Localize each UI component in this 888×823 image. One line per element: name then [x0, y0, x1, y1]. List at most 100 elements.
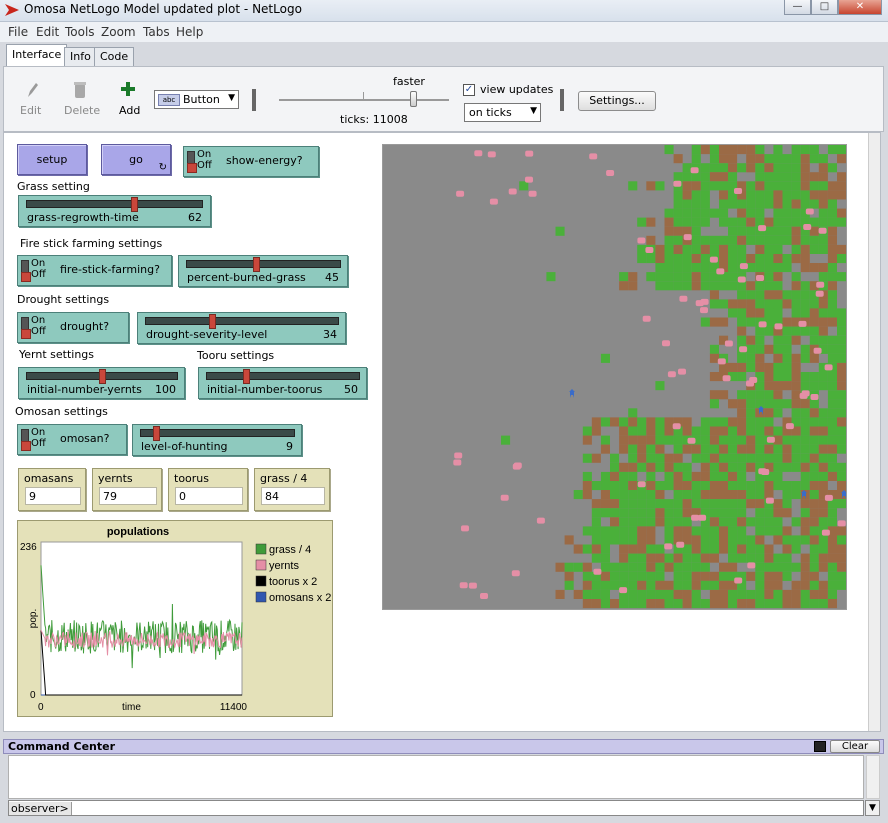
patch: [619, 462, 629, 472]
slider-thumb[interactable]: [208, 314, 216, 329]
patch: [818, 453, 828, 463]
clear-button[interactable]: Clear: [830, 740, 880, 753]
pencil-icon[interactable]: [26, 81, 38, 99]
settings-button[interactable]: Settings...: [578, 91, 656, 111]
slider-track: [145, 317, 339, 325]
patch: [837, 462, 847, 472]
patch: [827, 244, 837, 254]
slider-thumb[interactable]: [131, 197, 139, 212]
patch: [800, 435, 810, 445]
patch: [719, 453, 729, 463]
menu-edit[interactable]: Edit: [36, 25, 59, 39]
drought-switch[interactable]: On Off drought?: [17, 312, 129, 343]
patch: [737, 390, 747, 400]
world-view[interactable]: [382, 144, 847, 610]
observer-command-input[interactable]: observer>: [8, 800, 864, 816]
level-of-hunting-slider[interactable]: level-of-hunting 9: [132, 424, 302, 456]
tab-code[interactable]: Code: [94, 47, 135, 66]
close-button[interactable]: ✕: [838, 0, 882, 15]
patch: [782, 344, 792, 354]
patch: [737, 399, 747, 409]
go-button[interactable]: go ↻: [101, 144, 171, 175]
history-dropdown[interactable]: ▼: [865, 800, 880, 816]
percent-burned-grass-slider[interactable]: percent-burned-grass 45: [178, 255, 348, 287]
initial-yernts-slider[interactable]: initial-number-yernts 100: [18, 367, 185, 399]
patch: [837, 426, 847, 436]
view-updates-checkbox[interactable]: ✓: [463, 84, 475, 96]
fire-stick-farming-switch[interactable]: On Off fire-stick-farming?: [17, 255, 172, 286]
slider-thumb[interactable]: [252, 257, 260, 272]
menu-tools[interactable]: Tools: [65, 25, 95, 39]
patch: [700, 471, 710, 481]
menu-zoom[interactable]: Zoom: [101, 25, 136, 39]
patch: [737, 199, 747, 209]
section-label-drought: Drought settings: [17, 293, 110, 306]
interface-scrollbar[interactable]: [868, 133, 880, 731]
patch: [664, 453, 674, 463]
patch: [764, 589, 774, 599]
patch: [728, 426, 738, 436]
patch: [700, 580, 710, 590]
speed-slider-track[interactable]: [279, 99, 449, 101]
drought-severity-slider[interactable]: drought-severity-level 34: [137, 312, 346, 344]
maximize-button[interactable]: □: [811, 0, 838, 15]
plus-icon[interactable]: [121, 82, 135, 96]
patch: [637, 562, 647, 572]
menu-file[interactable]: File: [8, 25, 28, 39]
trash-icon[interactable]: [74, 81, 86, 99]
patch: [728, 299, 738, 309]
initial-toorus-slider[interactable]: initial-number-toorus 50: [198, 367, 367, 399]
add-button[interactable]: Add: [119, 104, 140, 117]
patch: [782, 235, 792, 245]
command-output[interactable]: [8, 755, 864, 799]
patch: [809, 526, 819, 536]
expand-icon[interactable]: [814, 741, 826, 752]
patch: [782, 562, 792, 572]
patch: [673, 471, 683, 481]
world-view-svg[interactable]: [383, 145, 847, 609]
patch: [655, 453, 665, 463]
slider-thumb[interactable]: [153, 426, 161, 441]
slider-thumb[interactable]: [242, 369, 250, 384]
menu-tabs[interactable]: Tabs: [143, 25, 170, 39]
patch: [764, 417, 774, 427]
x-tick-label: 0: [38, 702, 44, 713]
patch: [600, 508, 610, 518]
tab-info[interactable]: Info: [64, 47, 97, 66]
yernt-agent: [637, 481, 646, 488]
patch: [673, 190, 683, 200]
patch: [764, 272, 774, 282]
widget-type-select[interactable]: abc Button ▼: [154, 90, 239, 109]
setup-button[interactable]: setup: [17, 144, 87, 175]
patch: [827, 444, 837, 454]
edit-button[interactable]: Edit: [20, 104, 41, 117]
patch: [782, 217, 792, 227]
patch: [728, 599, 738, 609]
menu-help[interactable]: Help: [176, 25, 203, 39]
minimize-button[interactable]: —: [784, 0, 811, 15]
patch: [582, 471, 592, 481]
patch: [800, 235, 810, 245]
yernt-agent: [785, 423, 794, 430]
patch: [610, 453, 620, 463]
patch: [682, 481, 692, 491]
omosan-switch[interactable]: On Off omosan?: [17, 424, 127, 455]
grass-regrowth-slider[interactable]: grass-regrowth-time 62: [18, 195, 211, 227]
update-mode-select[interactable]: on ticks ▼: [464, 103, 541, 122]
speed-slider-thumb[interactable]: [410, 91, 417, 107]
slider-thumb[interactable]: [98, 369, 106, 384]
patch: [582, 453, 592, 463]
patch: [619, 499, 629, 509]
patch: [728, 235, 738, 245]
command-output-scrollbar[interactable]: [866, 755, 880, 799]
patch: [610, 580, 620, 590]
yernt-agent: [513, 462, 522, 469]
patch: [818, 208, 828, 218]
show-energy-switch[interactable]: On Off show-energy?: [183, 146, 319, 177]
delete-button[interactable]: Delete: [64, 104, 100, 117]
tab-interface[interactable]: Interface: [6, 44, 68, 66]
patch: [709, 208, 719, 218]
patch: [837, 544, 847, 554]
patch: [700, 599, 710, 609]
patch: [809, 408, 819, 418]
